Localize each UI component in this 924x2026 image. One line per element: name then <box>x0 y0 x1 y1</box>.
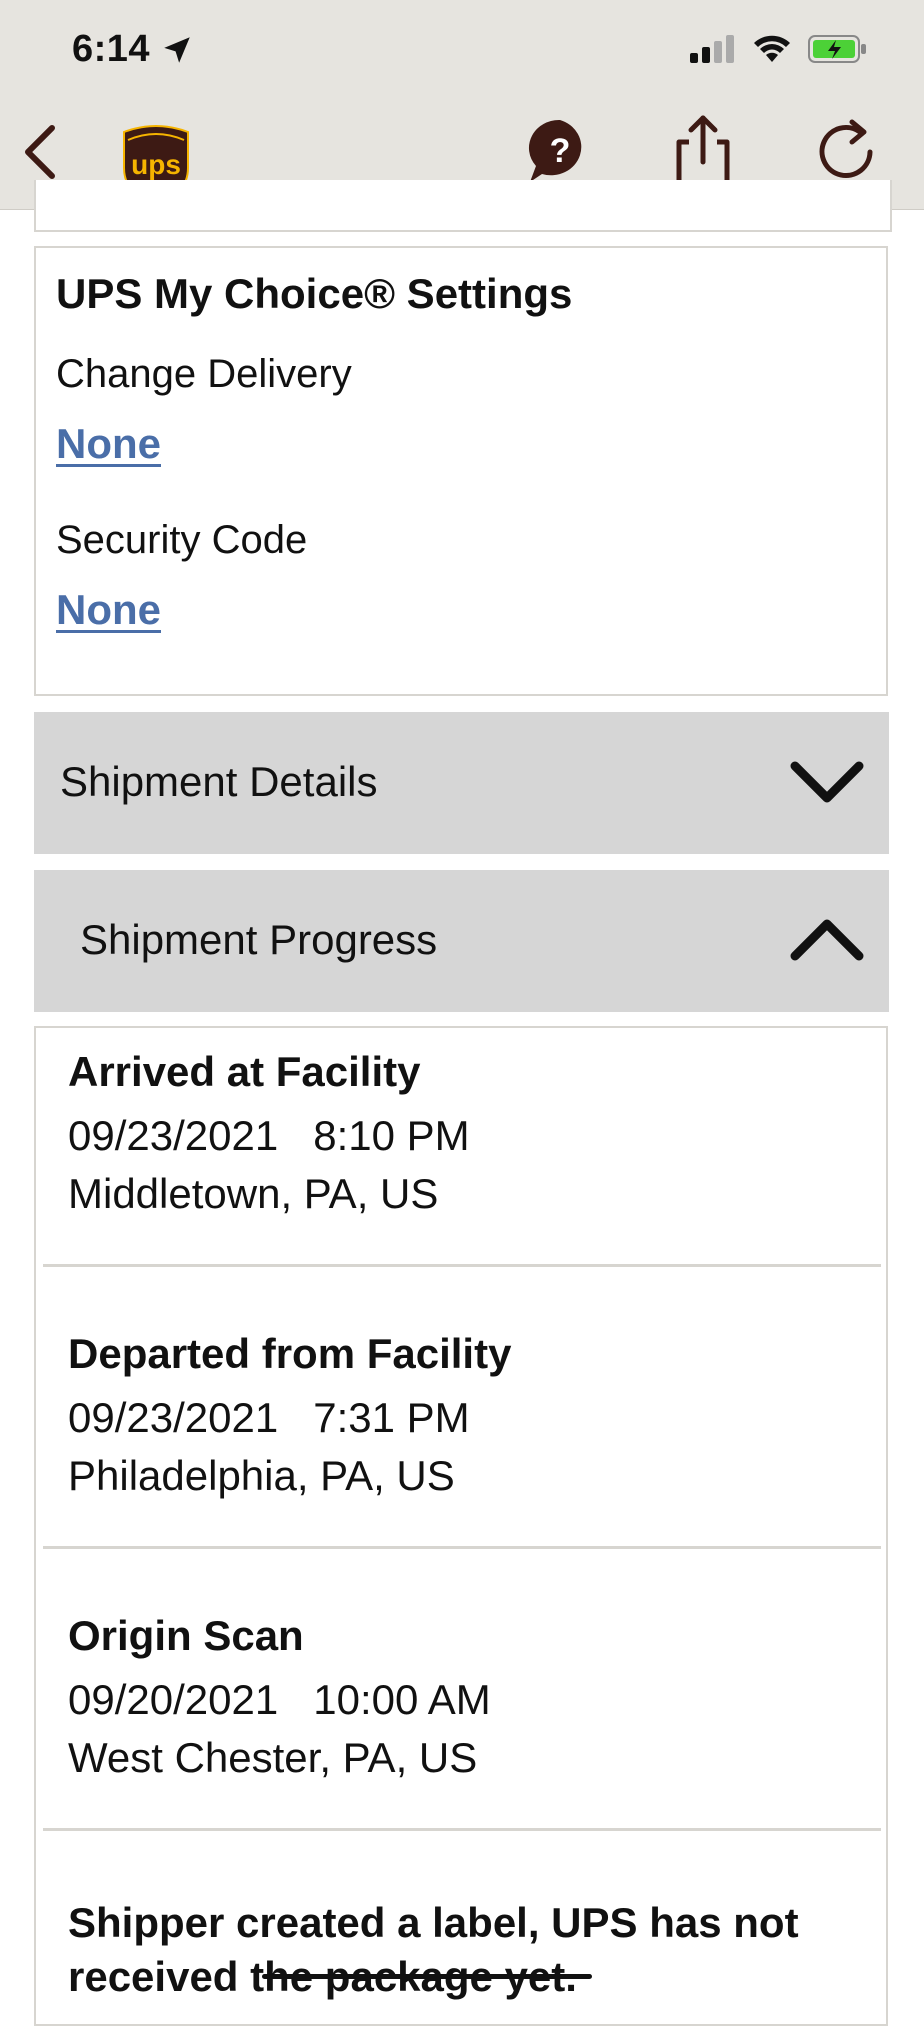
chevron-down-icon <box>790 761 864 803</box>
event-location: Philadelphia, PA, US <box>68 1452 455 1499</box>
shipment-details-label: Shipment Details <box>60 758 378 805</box>
event-title: Departed from Facility <box>68 1330 512 1377</box>
ups-logo-text: ups <box>131 149 181 180</box>
location-arrow-icon <box>164 36 190 63</box>
event-location: Middletown, PA, US <box>68 1170 439 1217</box>
chevron-up-icon <box>790 919 864 961</box>
status-time-text: 6:14 <box>72 28 151 70</box>
shipment-details-accordion[interactable]: Shipment Details <box>34 712 889 854</box>
label-created-note: Shipper created a label, UPS has not rec… <box>68 1899 799 2000</box>
event-datetime: 09/23/2021 8:10 PM <box>68 1112 470 1160</box>
event-date: 09/23/2021 <box>68 1394 279 1441</box>
event-time: 7:31 PM <box>313 1394 470 1441</box>
event-datetime: 09/20/2021 10:00 AM <box>68 1676 491 1724</box>
shipment-progress-label: Shipment Progress <box>80 916 438 963</box>
strikethrough-mark <box>262 1974 592 1979</box>
event-date: 09/23/2021 <box>68 1112 279 1159</box>
svg-text:?: ? <box>550 132 571 170</box>
previous-card-edge <box>34 180 892 232</box>
event-title: Origin Scan <box>68 1612 304 1659</box>
settings-title: UPS My Choice® Settings <box>56 270 573 317</box>
battery-charging-icon <box>808 35 866 63</box>
my-choice-settings-card: UPS My Choice® Settings Change Delivery … <box>34 246 888 696</box>
divider <box>43 1264 881 1267</box>
back-chevron-icon[interactable] <box>18 122 62 182</box>
app-header: 6:14 ups ? <box>0 0 924 210</box>
wifi-icon <box>754 35 790 62</box>
cellular-signal-icon <box>690 35 734 63</box>
event-location: West Chester, PA, US <box>68 1734 478 1781</box>
divider <box>43 1828 881 1831</box>
event-time: 10:00 AM <box>313 1676 491 1723</box>
divider <box>43 1546 881 1549</box>
status-icons <box>690 34 868 64</box>
event-date: 09/20/2021 <box>68 1676 279 1723</box>
status-time: 6:14 <box>72 28 194 71</box>
change-delivery-label: Change Delivery <box>56 352 352 396</box>
shipment-progress-accordion[interactable]: Shipment Progress <box>34 870 889 1012</box>
security-code-link[interactable]: None <box>56 586 161 634</box>
event-datetime: 09/23/2021 7:31 PM <box>68 1394 470 1442</box>
shipment-progress-list: Arrived at Facility 09/23/2021 8:10 PM M… <box>34 1026 888 2026</box>
change-delivery-link[interactable]: None <box>56 420 161 468</box>
event-title: Arrived at Facility <box>68 1048 421 1095</box>
event-time: 8:10 PM <box>313 1112 470 1159</box>
security-code-label: Security Code <box>56 518 308 562</box>
